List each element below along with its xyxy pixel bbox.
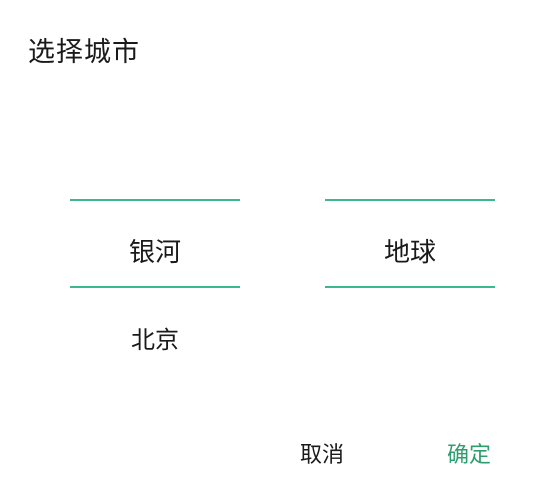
selection-divider-top bbox=[70, 199, 240, 201]
cancel-button[interactable]: 取消 bbox=[300, 437, 344, 469]
selection-divider-bottom bbox=[70, 286, 240, 288]
dialog-title: 选择城市 bbox=[28, 37, 140, 68]
picker-left-selected-item[interactable]: 银河 bbox=[70, 232, 240, 269]
selection-divider-bottom bbox=[325, 286, 495, 288]
confirm-button[interactable]: 确定 bbox=[447, 437, 491, 469]
picker-right-selected-item[interactable]: 地球 bbox=[325, 232, 495, 269]
picker-column-right[interactable]: 地球 bbox=[325, 150, 495, 390]
selection-divider-top bbox=[325, 199, 495, 201]
city-picker-dialog: 选择城市 银河 北京 地球 取消 确定 bbox=[0, 0, 554, 489]
picker-left-next-item[interactable]: 北京 bbox=[70, 320, 240, 355]
picker-column-left[interactable]: 银河 北京 bbox=[70, 150, 240, 390]
